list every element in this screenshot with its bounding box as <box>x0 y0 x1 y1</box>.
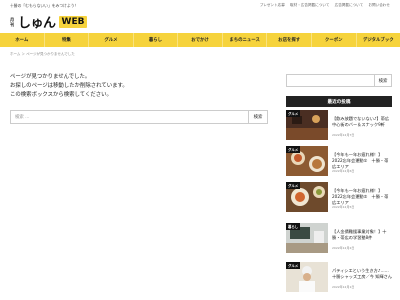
post-thumbnail[interactable]: グルメ <box>286 146 328 176</box>
nav-shop-search[interactable]: お店を探す <box>267 33 312 47</box>
post-date: 2022年12月7日 <box>332 133 355 137</box>
site-logo[interactable]: 十勝の「むもらないい」をみつけよう！ 月刊 しゅん WEB <box>10 3 88 31</box>
post-thumbnail[interactable]: 暮らし <box>286 223 328 253</box>
post-date: 2022年12月2日 <box>332 246 355 250</box>
not-found-line: この検索ボックスから検索してください。 <box>10 92 112 98</box>
search-input[interactable]: 検索 … <box>10 110 248 124</box>
utility-link[interactable]: 取材・広告掲載について <box>290 3 329 7</box>
recent-post[interactable]: グルメ 【今年も一年お疲れ様！】2022忘年会運動① 十勝・帯広エリア 2022… <box>286 146 392 180</box>
nav-town-news[interactable]: まちのニュース <box>223 33 268 47</box>
search-form: 検索 … 検索 <box>10 110 268 124</box>
not-found-line: お探しのページは移動したか削除されています。 <box>10 83 128 89</box>
not-found-message: ページが見つかりませんでした。 お探しのページは移動したか削除されています。 こ… <box>10 73 128 100</box>
recent-post[interactable]: グルメ 【今年も一年お疲れ様！】2022忘年会運動② 十勝・帯広エリア 2022… <box>286 182 392 216</box>
main-nav: ホーム 特集 グルメ 暮らし おでかけ まちのニュース お店を探す クーポン デ… <box>0 33 400 47</box>
recent-post[interactable]: 暮らし 【人金債難援事業対象！】十勝・帯広の学習塾8件 2022年12月2日 <box>286 223 392 257</box>
nav-outing[interactable]: おでかけ <box>178 33 223 47</box>
nav-digital-book[interactable]: デジタルブック <box>357 33 400 47</box>
post-title[interactable]: 【今年も一年お疲れ様！】2022忘年会運動① 十勝・帯広エリア <box>332 152 392 170</box>
category-badge: グルメ <box>286 182 301 189</box>
post-title[interactable]: 【今年も一年お疲れ様！】2022忘年会運動② 十勝・帯広エリア <box>332 188 392 206</box>
nav-feature[interactable]: 特集 <box>45 33 90 47</box>
category-badge: グルメ <box>286 146 301 153</box>
utility-link[interactable]: プレゼント応募 <box>260 3 285 7</box>
search-button[interactable]: 検索 <box>248 110 268 124</box>
utility-link[interactable]: 広告掲載について <box>335 3 364 7</box>
nav-gourmet[interactable]: グルメ <box>89 33 134 47</box>
logo-web-badge: WEB <box>58 15 88 28</box>
nav-living[interactable]: 暮らし <box>134 33 179 47</box>
post-title[interactable]: パティシエという生き方♪……十勝シャッズ工房／今 知輝さん <box>332 268 392 280</box>
recent-post[interactable]: グルメ 【飲み放題でないない♪】帯広中心街のバー＆スナック9軒 2022年12月… <box>286 110 392 144</box>
nav-coupon[interactable]: クーポン <box>312 33 357 47</box>
sidebar-search-form: 検索 <box>286 74 392 87</box>
category-badge: 暮らし <box>286 223 301 230</box>
post-title[interactable]: 【人金債難援事業対象！】十勝・帯広の学習塾8件 <box>332 229 392 241</box>
nav-home[interactable]: ホーム <box>0 33 45 47</box>
logo-tagline: 十勝の「むもらないい」をみつけよう！ <box>10 3 79 8</box>
utility-link[interactable]: お問い合わせ <box>368 3 390 7</box>
post-title[interactable]: 【飲み放題でないない♪】帯広中心街のバー＆スナック9軒 <box>332 116 392 128</box>
post-date: 2022年12月5日 <box>332 205 355 209</box>
sidebar-search-button[interactable]: 検索 <box>374 74 392 87</box>
category-badge: グルメ <box>286 110 301 117</box>
breadcrumb[interactable]: ホーム ＞ ページが見つかりませんでした <box>10 52 75 57</box>
logo-kanji: 月刊 <box>10 16 15 27</box>
post-date: 2022年12月1日 <box>332 285 355 289</box>
sidebar-search-input[interactable] <box>286 74 374 87</box>
post-thumbnail[interactable]: グルメ <box>286 182 328 212</box>
post-thumbnail[interactable]: グルメ <box>286 110 328 140</box>
recent-post[interactable]: グルメ パティシエという生き方♪……十勝シャッズ工房／今 知輝さん 2022年1… <box>286 262 392 296</box>
not-found-line: ページが見つかりませんでした。 <box>10 74 91 80</box>
utility-links: プレゼント応募 取材・広告掲載について 広告掲載について お問い合わせ <box>256 3 390 8</box>
logo-main-text: しゅん <box>18 16 56 31</box>
post-date: 2022年12月6日 <box>332 169 355 173</box>
recent-posts-heading: 最近の投稿 <box>286 96 392 107</box>
post-thumbnail[interactable]: グルメ <box>286 262 328 292</box>
category-badge: グルメ <box>286 262 301 269</box>
